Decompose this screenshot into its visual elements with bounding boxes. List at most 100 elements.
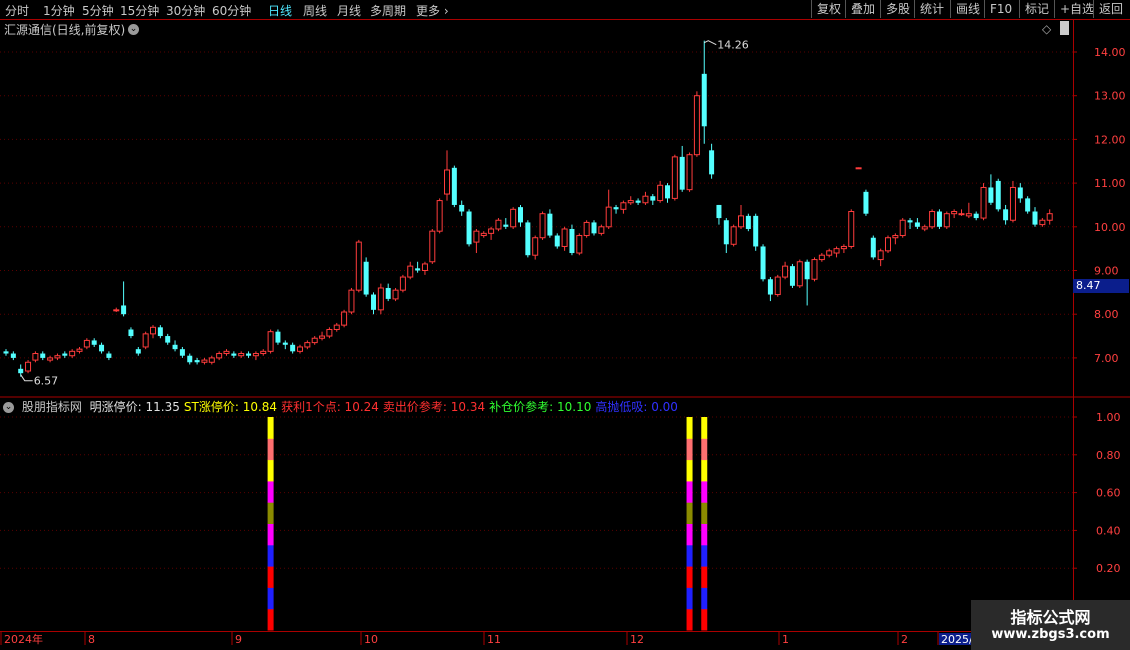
candle-body — [3, 351, 9, 354]
price-tick-label: 8.00 — [1094, 308, 1119, 321]
signal-bar-segment — [267, 587, 274, 610]
candle-body — [679, 156, 685, 190]
candle-body — [341, 311, 348, 326]
watermark: 指标公式网 www.zbgs3.com — [971, 600, 1130, 650]
candle-body — [415, 268, 421, 271]
current-price-badge: 8.47 — [1073, 279, 1129, 293]
candle-body — [730, 226, 737, 245]
candle-body — [480, 232, 487, 237]
candle-body — [385, 287, 391, 299]
candle-body — [252, 353, 259, 357]
indicator-tick-label: 0.40 — [1096, 524, 1121, 537]
candle-body — [157, 327, 163, 337]
candle-body — [348, 289, 355, 313]
price-tick-label: 13.00 — [1094, 90, 1126, 103]
candle-body — [818, 254, 825, 261]
candle-body — [980, 186, 987, 219]
candle-body — [290, 344, 296, 352]
candle-body — [782, 265, 789, 278]
candle-body — [642, 195, 649, 204]
candle-body — [811, 259, 818, 280]
candle-body — [1039, 219, 1046, 226]
candle-body — [444, 169, 450, 195]
price-tick-label: 11.00 — [1094, 177, 1126, 190]
signal-bar-segment — [701, 480, 708, 503]
candle-body — [709, 150, 715, 175]
candle-body — [421, 263, 428, 272]
signal-bar-segment — [701, 417, 708, 439]
candle-body — [40, 353, 46, 358]
signal-bar-segment — [686, 502, 693, 524]
kline-chart[interactable]: 14.00 13.00 12.00 11.00 10.00 9.00 8.00 7.00 1.0… — [0, 0, 1130, 650]
candle-body — [569, 228, 575, 254]
date-label: 2024年 — [4, 632, 43, 646]
candle-body — [892, 235, 899, 239]
candle-body — [650, 196, 656, 201]
candle-body — [936, 211, 942, 227]
candle-body — [899, 219, 906, 237]
candle-body — [18, 368, 24, 374]
candle-body — [591, 222, 597, 234]
indicator-tick-label: 0.20 — [1096, 562, 1121, 575]
candle-body — [473, 230, 480, 243]
candle-body — [246, 353, 252, 356]
candle-body — [686, 154, 693, 191]
signal-bar-segment — [701, 608, 708, 631]
candle-body — [774, 276, 781, 296]
watermark-title: 指标公式网 — [1010, 608, 1091, 627]
candle-body — [561, 228, 568, 247]
candle-body — [503, 224, 509, 227]
candle-body — [723, 220, 729, 245]
watermark-url: www.zbgs3.com — [991, 627, 1110, 642]
candle-body — [885, 237, 891, 252]
candle-body — [187, 355, 193, 363]
candle-body — [760, 246, 766, 280]
candle-body — [377, 287, 384, 311]
candle-body — [943, 213, 950, 228]
candle-body — [135, 349, 141, 354]
candle-body — [25, 361, 32, 372]
candle-body — [142, 333, 149, 348]
candle-body — [532, 237, 539, 256]
signal-bar-segment — [701, 544, 708, 567]
signal-bar-segment — [686, 544, 693, 567]
price-tick-label: 10.00 — [1094, 221, 1126, 234]
candle-body — [355, 241, 362, 291]
candle-body — [753, 215, 759, 247]
candle-body — [576, 235, 583, 254]
candle-body — [914, 222, 920, 227]
candle-body — [767, 279, 773, 295]
candle-body — [826, 250, 833, 256]
date-label: 12 — [630, 633, 644, 646]
candle-body — [863, 191, 869, 214]
candle-body — [282, 342, 288, 345]
candle-body — [738, 215, 744, 228]
candle-body — [10, 353, 16, 358]
candle-body — [304, 342, 311, 348]
candle-body — [76, 348, 83, 352]
candle-body — [929, 211, 936, 228]
candle-body — [965, 213, 972, 217]
signal-bar-segment — [686, 480, 693, 503]
candle-body — [921, 226, 928, 230]
candle-body — [958, 213, 965, 216]
signal-bar-segment — [267, 608, 274, 631]
date-label: 1 — [782, 633, 789, 646]
signal-bar-segment — [686, 587, 693, 610]
candle-body — [392, 289, 399, 300]
price-tick-label: 9.00 — [1094, 265, 1119, 278]
indicator-tick-label: 0.60 — [1096, 487, 1121, 500]
indicator-tick-label: 1.00 — [1096, 411, 1121, 424]
candle-body — [179, 349, 185, 356]
candle-body — [69, 350, 76, 357]
candle-body — [407, 265, 414, 278]
candle-body — [128, 329, 134, 337]
candle-body — [311, 337, 318, 344]
candle-body — [194, 360, 200, 363]
candle-body — [1025, 198, 1031, 212]
candle-body — [627, 200, 634, 204]
candle-body — [363, 261, 369, 295]
candle-body — [326, 328, 333, 337]
price-tick-label: 14.00 — [1094, 46, 1126, 59]
date-label: 10 — [364, 633, 378, 646]
